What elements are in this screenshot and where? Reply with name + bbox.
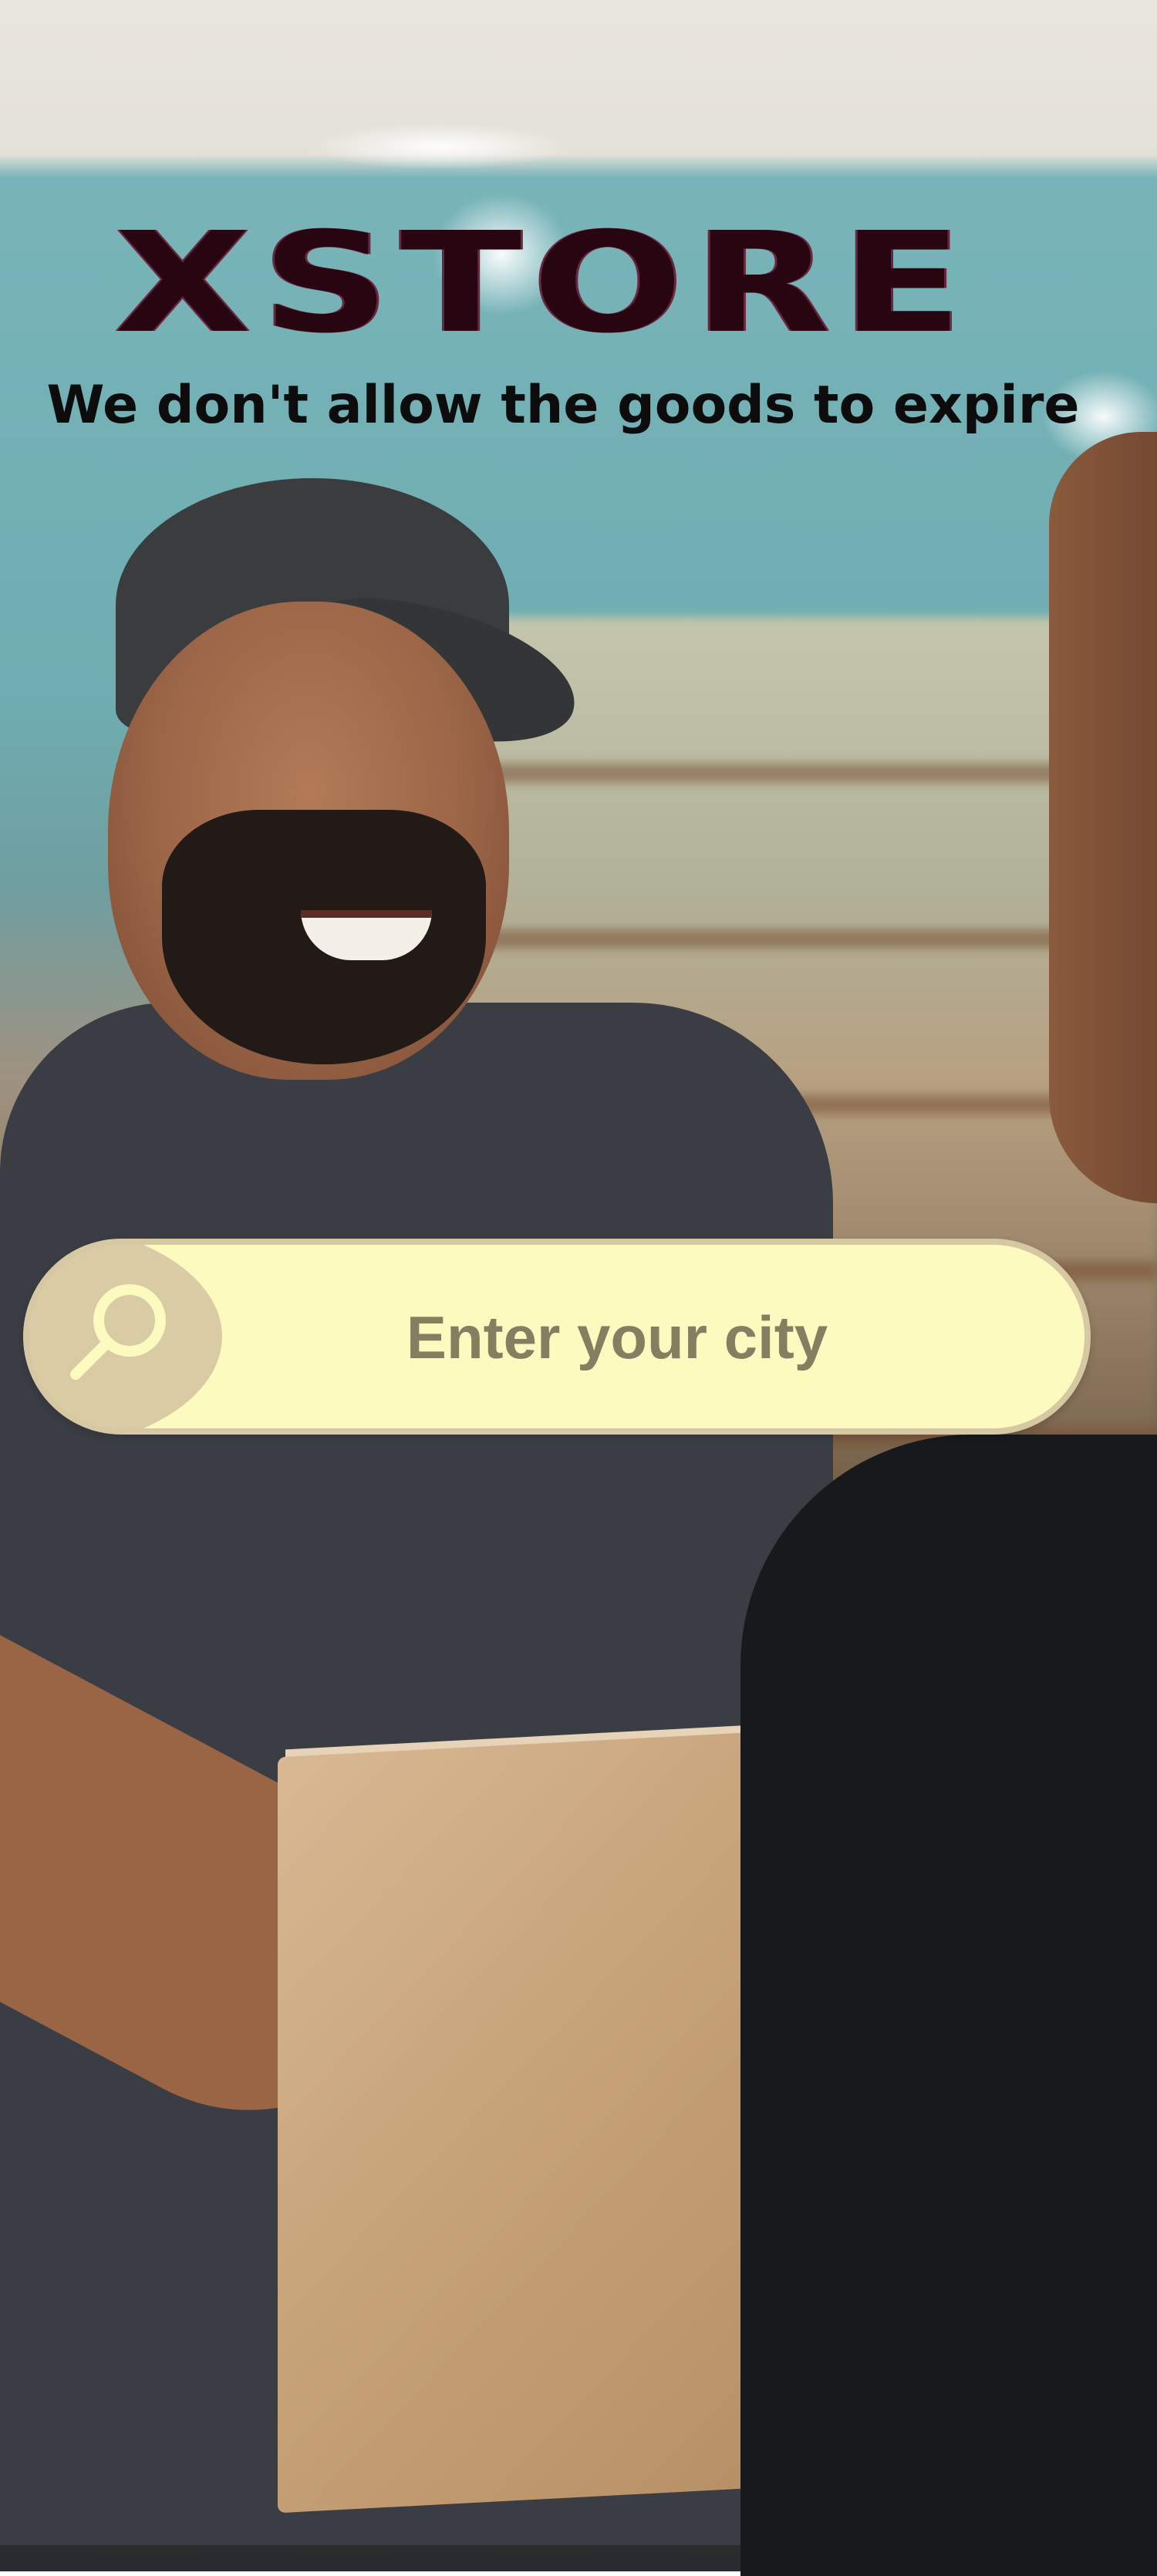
city-input[interactable] <box>230 1245 1004 1430</box>
ceiling-light <box>309 123 571 170</box>
search-button[interactable] <box>29 1245 222 1428</box>
tagline: We don't allow the goods to expire <box>46 375 1080 436</box>
city-search-bar[interactable] <box>23 1239 1091 1435</box>
customer-shirt <box>740 1435 1157 2576</box>
parcel-box <box>278 1728 818 2514</box>
magnifier-icon <box>70 1284 166 1380</box>
brand-logo: XSTORE <box>114 203 973 364</box>
customer-head <box>1049 432 1157 1203</box>
